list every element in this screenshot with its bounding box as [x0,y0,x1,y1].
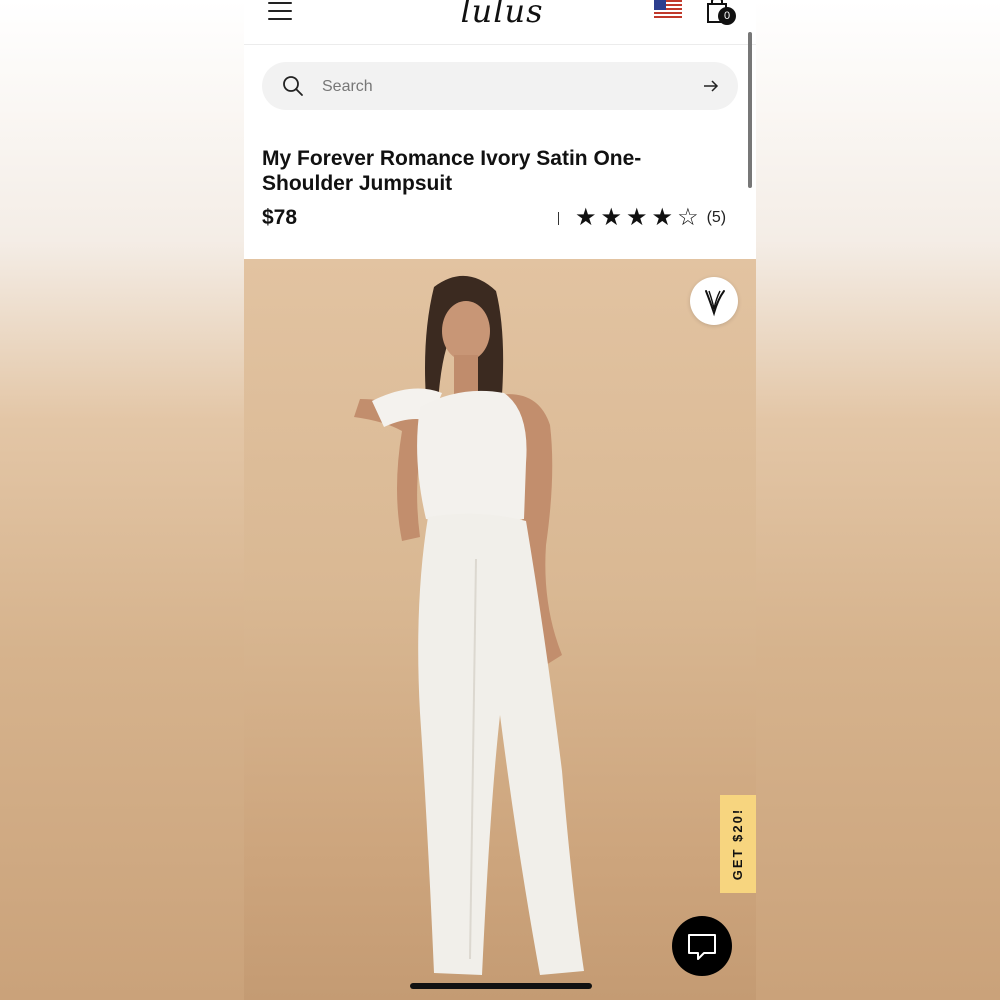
star-filled-icon: ★ [626,204,648,231]
promo-label: GET $20! [730,807,745,881]
product-title: My Forever Romance Ivory Satin One-Shoul… [262,147,642,195]
cart-count-badge: 0 [718,7,736,25]
star-filled-icon: ★ [651,204,674,231]
star-empty-icon: ☆ [677,204,699,231]
product-price: $78 [262,206,298,229]
favorite-button[interactable] [690,277,738,325]
hamburger-menu-icon[interactable] [268,2,292,20]
scrollbar[interactable] [748,32,752,188]
arrow-right-icon[interactable] [702,78,720,94]
star-filled-icon: ★ [575,204,597,231]
promo-tab[interactable]: GET $20! [720,795,756,893]
home-indicator[interactable] [410,983,592,989]
chat-bubble-icon [688,934,716,960]
mobile-page: lulus 0 My Forever Romance Ivory Satin O… [244,0,756,1000]
rating-divider [558,211,559,225]
search-bar[interactable] [262,62,738,110]
search-icon [283,76,303,96]
product-rating[interactable]: ★ ★ ★ ★ ☆ (5) [558,205,726,231]
star-filled-icon: ★ [600,204,623,231]
background-blur-left [0,0,244,1000]
chat-button[interactable] [672,916,732,976]
site-header: lulus 0 [244,0,756,45]
lulus-logo[interactable]: lulus [450,0,554,30]
review-count: (5) [706,209,727,226]
us-flag-icon[interactable] [654,0,682,18]
background-blur-right [756,0,1000,1000]
model-photo [354,275,584,975]
product-image[interactable]: GET $20! [244,259,756,1000]
search-input[interactable] [320,72,684,102]
heart-icon [705,290,725,317]
